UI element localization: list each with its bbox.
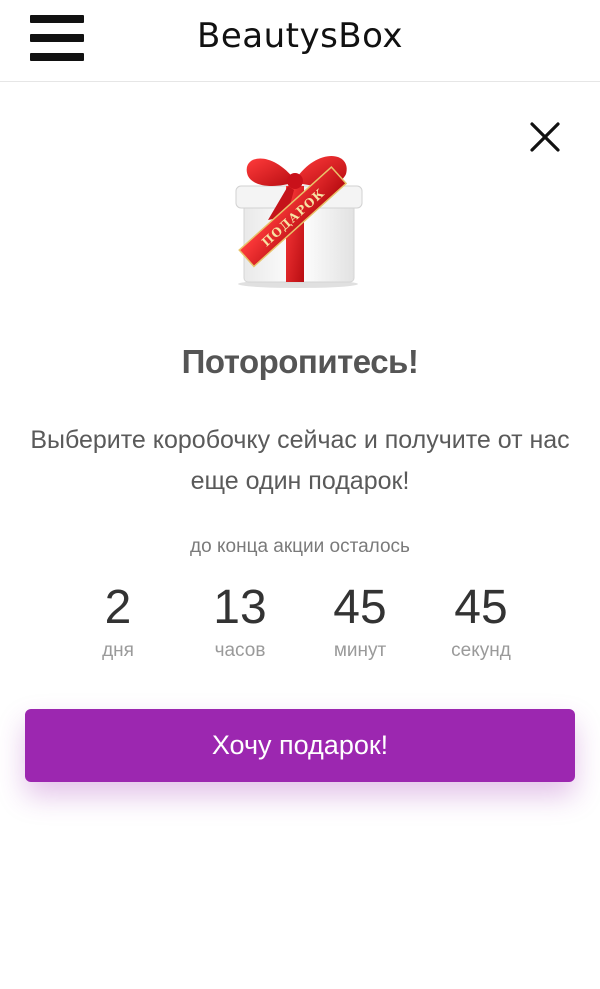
hamburger-menu-icon[interactable] bbox=[30, 15, 84, 61]
countdown-seconds-unit: секунд bbox=[451, 640, 511, 661]
menu-bar bbox=[30, 53, 84, 61]
want-gift-button[interactable]: Хочу подарок! bbox=[25, 709, 575, 782]
gift-box-icon: ПОДАРОК bbox=[235, 156, 363, 288]
close-icon[interactable] bbox=[528, 120, 562, 154]
countdown-seconds: 45 секунд bbox=[421, 580, 541, 662]
countdown-seconds-value: 45 bbox=[454, 581, 508, 634]
popup-subtitle: Выберите коробочку сейчас и получите от … bbox=[30, 426, 570, 495]
menu-bar bbox=[30, 15, 84, 23]
app-header: BeautysBox bbox=[0, 0, 600, 82]
countdown-minutes-unit: минут bbox=[333, 640, 387, 661]
countdown-minutes-value: 45 bbox=[333, 581, 387, 634]
countdown-minutes: 45 минут bbox=[300, 580, 420, 662]
countdown-label: до конца акции осталось bbox=[190, 536, 410, 557]
countdown-hours-value: 13 bbox=[213, 581, 267, 634]
countdown-days-value: 2 bbox=[104, 581, 132, 634]
menu-bar bbox=[30, 34, 84, 42]
countdown-hours-unit: часов bbox=[214, 640, 266, 661]
gift-popup-page: BeautysBox ПОДАРОК Поторопитесь! Выберит… bbox=[0, 0, 600, 989]
popup-title: Поторопитесь! bbox=[181, 343, 419, 380]
brand-logo[interactable]: BeautysBox bbox=[195, 16, 405, 56]
countdown-days: 2 дня bbox=[58, 580, 178, 662]
countdown-hours: 13 часов bbox=[180, 580, 300, 662]
countdown-days-unit: дня bbox=[102, 640, 134, 661]
